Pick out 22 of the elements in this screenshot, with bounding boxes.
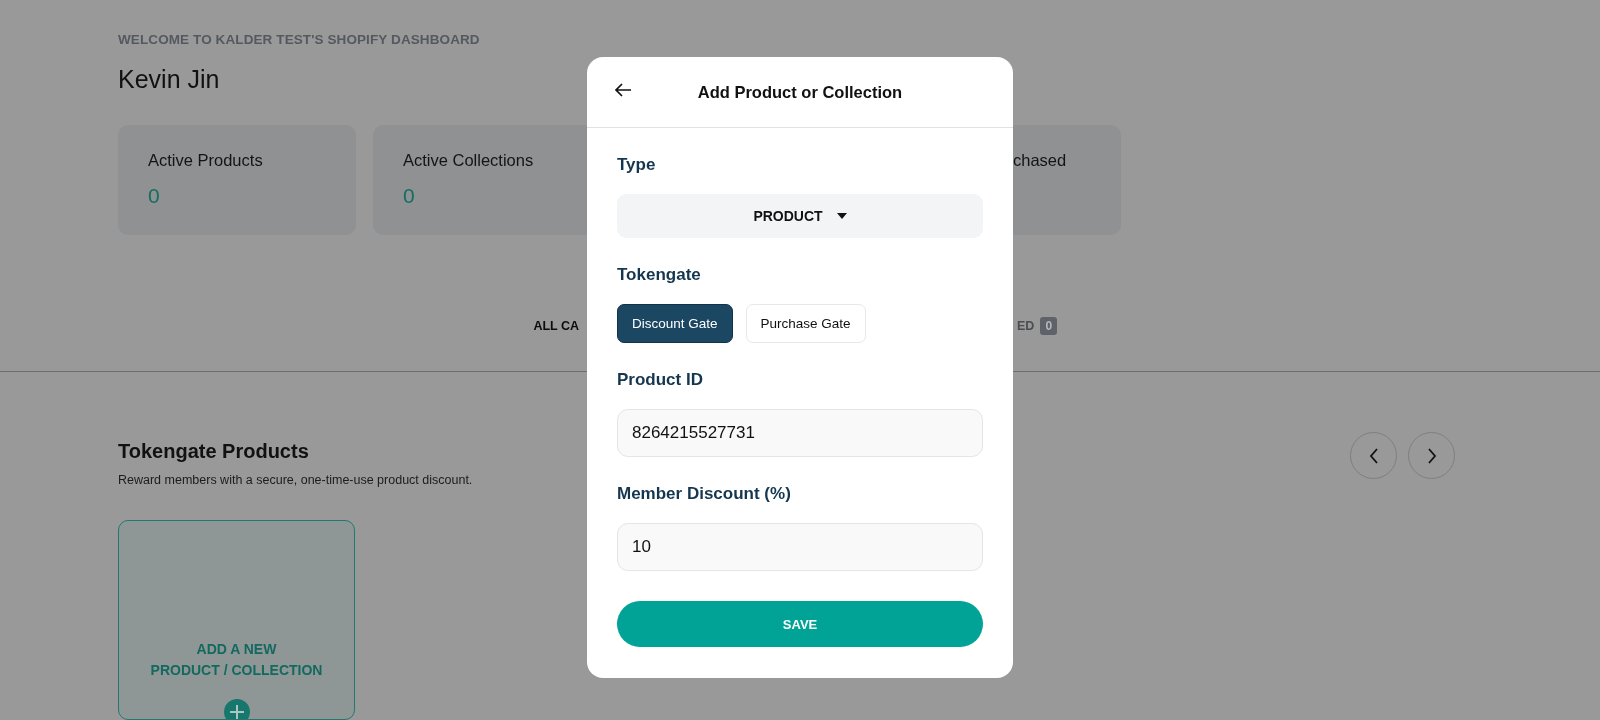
field-label: Tokengate [617,264,701,286]
stat-value: 0 [403,184,415,208]
count-badge: 0 [1040,317,1058,335]
user-name: Kevin Jin [118,65,220,94]
tab[interactable]: ALL CA [533,315,579,337]
field-label: Type [617,154,656,176]
type-dropdown[interactable]: PRODUCT [617,194,983,238]
stat-value: 0 [148,184,160,208]
gate-option[interactable]: Purchase Gate [745,304,866,343]
input-field[interactable]: 8264215527731 [617,409,983,457]
field-label: Member Discount (%) [617,483,791,505]
stat-label: Active Collections [403,151,534,170]
dialog-title: Add Product or Collection [697,82,903,102]
add-card-label: ADD A NEW PRODUCT / COLLECTION [150,640,323,680]
section-subtitle: Reward members with a secure, one-time-use product discount. [118,473,473,487]
field-label: Product ID [617,369,703,391]
stat-label: Active Products [148,151,263,170]
section-title: Tokengate Products [118,440,309,463]
input-field[interactable]: 10 [617,523,983,571]
gate-option[interactable]: Discount Gate [617,304,733,343]
welcome-heading: WELCOME TO KALDER TEST'S SHOPIFY DASHBOARD [118,32,480,47]
stat-label: chased [1013,151,1067,170]
